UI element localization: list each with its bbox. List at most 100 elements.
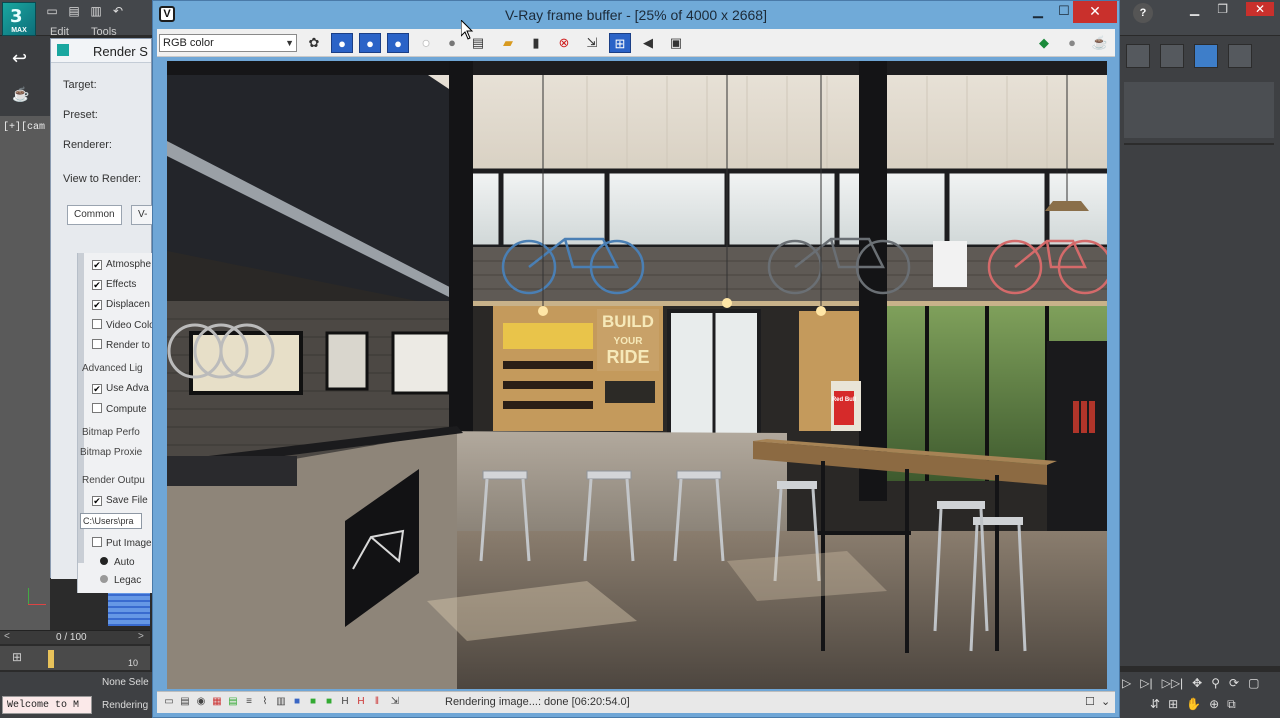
option-save-file[interactable]: ✔ Save File (92, 495, 148, 506)
sb-hflip-icon[interactable]: H (355, 696, 367, 708)
sb-vflip-icon[interactable]: ǁ (371, 696, 383, 708)
color-channels-icon[interactable]: ✿ (303, 33, 325, 53)
load-image-icon[interactable]: ▰ (497, 33, 519, 53)
option-use-advanced[interactable]: ✔ Use Adva (92, 383, 149, 394)
render-to-fields-checkbox[interactable] (92, 339, 102, 349)
displacement-checkbox[interactable]: ✔ (92, 300, 102, 310)
render-frame-icon[interactable] (1194, 44, 1218, 68)
radio-legacy[interactable]: Legac (100, 575, 141, 586)
render-teapot-icon[interactable] (1228, 44, 1252, 68)
nav-maximize-icon[interactable]: ⧉ (1227, 697, 1236, 712)
save-file-checkbox[interactable]: ✔ (92, 496, 102, 506)
rendered-image[interactable]: BUILD YOUR RIDE Red Bull (167, 61, 1107, 689)
output-path-field[interactable]: C:\Users\pra (80, 513, 142, 529)
sb-ocio-icon[interactable]: ■ (307, 696, 319, 708)
track-bar-icon[interactable]: ⊞ (12, 650, 22, 664)
minimize-icon[interactable]: ▁ (1190, 2, 1199, 16)
video-color-checkbox[interactable] (92, 319, 102, 329)
display-icon[interactable] (1126, 44, 1150, 68)
sb-exposure-icon[interactable]: ▤ (227, 696, 239, 708)
maxscript-listener[interactable]: Welcome to M (2, 696, 92, 714)
auto-radio[interactable] (100, 557, 108, 565)
lens-effects-icon[interactable]: ▣ (665, 33, 687, 53)
option-put-image[interactable]: Put Image (92, 537, 152, 549)
time-slider[interactable]: < 0 / 100 > (0, 630, 150, 644)
history-icon[interactable]: ◀ (637, 33, 659, 53)
render-icon[interactable]: ◆ (1033, 33, 1055, 53)
legacy-radio[interactable] (100, 575, 108, 583)
sb-background-icon[interactable]: ▥ (275, 696, 287, 708)
menu-edit[interactable]: Edit (50, 26, 69, 38)
open-file-icon[interactable]: ▤ (66, 4, 82, 18)
ipr-icon[interactable]: ● (1061, 33, 1083, 53)
option-atmospherics[interactable]: ✔ Atmosphe (92, 259, 151, 270)
sb-lut-icon[interactable]: ▤ (179, 696, 191, 708)
option-video-color[interactable]: Video Colo (92, 319, 155, 331)
goto-end-icon[interactable]: ▷▷| (1162, 676, 1184, 690)
sb-bpm-icon[interactable]: ◉ (195, 696, 207, 708)
prev-frame-icon[interactable]: < (4, 631, 10, 642)
viewport-label[interactable]: [+][cam (3, 122, 45, 133)
help-button[interactable]: ? (1133, 3, 1153, 23)
put-image-checkbox[interactable] (92, 537, 102, 547)
sb-pixel-info-icon[interactable]: ⇲ (389, 696, 401, 708)
sb-window-icon[interactable]: ▭ (163, 696, 175, 708)
sb-levels-icon[interactable]: ≡ (243, 696, 255, 708)
green-channel-toggle[interactable]: ● (359, 33, 381, 53)
stop-render-icon[interactable]: ⊗ (553, 33, 575, 53)
radio-auto[interactable]: Auto (100, 557, 135, 568)
vfb-title-bar[interactable]: V V-Ray frame buffer - [25% of 4000 x 26… (153, 1, 1119, 29)
track-bar[interactable]: ⊞ 10 (0, 646, 150, 670)
atmospherics-checkbox[interactable]: ✔ (92, 260, 102, 270)
teapot-icon[interactable]: ☕ (12, 86, 29, 103)
clear-image-icon[interactable]: ▮ (525, 33, 547, 53)
vray-frame-buffer-window[interactable]: V V-Ray frame buffer - [25% of 4000 x 26… (152, 0, 1120, 718)
max-app-button[interactable]: 3 MAX (2, 2, 36, 36)
track-mouse-icon[interactable]: ⇲ (581, 33, 603, 53)
camera-viewport[interactable]: [+][cam (0, 116, 50, 636)
nav-walk-icon[interactable]: ⊕ (1209, 697, 1219, 712)
nav-hand-icon[interactable]: ✋ (1186, 697, 1201, 712)
region-render-icon[interactable]: ⊞ (609, 33, 631, 53)
effects-checkbox[interactable]: ✔ (92, 280, 102, 290)
sb-dropdown-icon[interactable]: ⌄ (1101, 695, 1110, 708)
menu-tools[interactable]: Tools (91, 26, 117, 38)
next-key-icon[interactable]: ▷| (1140, 676, 1152, 690)
key-mode-icon[interactable]: ✥ (1192, 676, 1202, 690)
nav-zoom-extents-icon[interactable]: ⊞ (1168, 697, 1178, 712)
zoom-icon[interactable]: ⚲ (1211, 676, 1220, 690)
blue-channel-toggle[interactable]: ● (387, 33, 409, 53)
alpha-channel-icon[interactable]: ● (415, 33, 437, 53)
next-frame-icon[interactable]: > (138, 631, 144, 642)
orbit-icon[interactable]: ⟳ (1229, 676, 1239, 690)
time-slider-thumb[interactable] (48, 650, 54, 668)
close-icon[interactable]: ✕ (1246, 2, 1274, 16)
sb-color-icon[interactable]: ▦ (211, 696, 223, 708)
save-file-icon[interactable]: ▥ (88, 4, 104, 18)
sb-restore-icon[interactable]: ☐ (1085, 695, 1095, 708)
teapot-render-icon[interactable]: ☕ (1089, 33, 1111, 53)
pan-icon[interactable]: ▢ (1248, 676, 1259, 690)
red-channel-toggle[interactable]: ● (331, 33, 353, 53)
channel-select[interactable]: RGB color ▼ (159, 34, 297, 52)
restore-icon[interactable]: ❐ (1217, 2, 1228, 16)
compute-checkbox[interactable] (92, 403, 102, 413)
sb-srgb-icon[interactable]: ■ (291, 696, 303, 708)
render-setup-dialog[interactable]: Render S Target: Preset: Renderer: View … (50, 38, 155, 593)
render-setup-icon[interactable] (1160, 44, 1184, 68)
minimize-icon[interactable]: ▁ (1027, 1, 1049, 23)
undo-icon[interactable]: ↶ (110, 4, 126, 18)
option-compute[interactable]: Compute (92, 403, 147, 415)
close-button[interactable]: ✕ (1073, 1, 1117, 23)
maximize-icon[interactable]: ☐ (1053, 1, 1075, 23)
option-effects[interactable]: ✔ Effects (92, 279, 136, 290)
use-advanced-checkbox[interactable]: ✔ (92, 384, 102, 394)
sb-horizontal-icon[interactable]: H (339, 696, 351, 708)
undo-arrow-icon[interactable]: ↩ (12, 48, 27, 69)
nav-arrows-icon[interactable]: ⇵ (1150, 697, 1160, 712)
chevron-down-icon[interactable]: ▼ (285, 35, 294, 51)
monochrome-icon[interactable]: ● (441, 33, 463, 53)
option-displacement[interactable]: ✔ Displacen (92, 299, 150, 310)
render-setup-title-bar[interactable]: Render S (51, 39, 151, 63)
tab-common[interactable]: Common (67, 205, 122, 225)
